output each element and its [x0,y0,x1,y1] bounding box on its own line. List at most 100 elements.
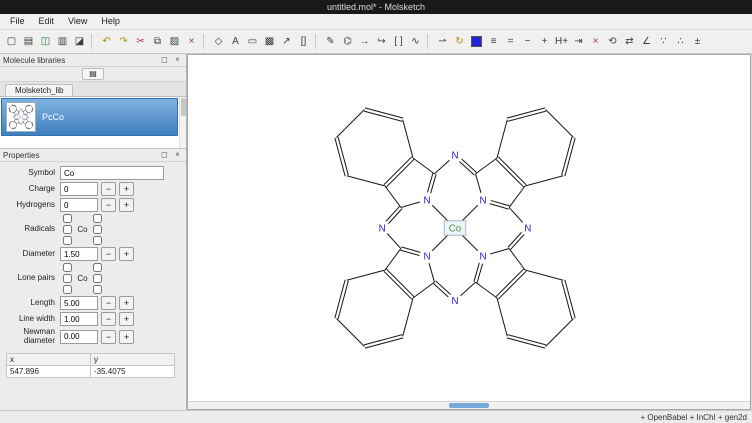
atom-label[interactable]: N [451,297,458,308]
atom-label[interactable]: N [17,113,19,116]
coordinate-x-cell[interactable]: 547.896 [7,365,91,377]
ring-tool-icon[interactable]: ⌬ [339,32,356,51]
insert-text-icon[interactable]: A [227,32,244,51]
export-image-icon[interactable]: ◪ [71,32,88,51]
drawing-canvas[interactable]: Co N N N N N N N N [187,54,751,410]
library-scrollbar[interactable] [179,97,186,148]
color-swatch-icon[interactable] [468,32,485,51]
radical-checkbox[interactable] [93,214,102,223]
transfer-hydrogen-tool-icon[interactable]: ⇥ [570,32,587,51]
atom-label[interactable]: N [23,119,25,122]
menu-file[interactable]: File [3,14,32,29]
optimize-geometry-tool-icon[interactable]: ↻ [451,32,468,51]
diameter-input[interactable] [60,247,98,261]
library-folder-button[interactable]: ▤ [82,68,104,80]
atom-label[interactable]: N [479,196,486,207]
insert-image-icon[interactable]: ▩ [261,32,278,51]
rotate-tool-icon[interactable]: ⟲ [604,32,621,51]
lone-pair-checkbox[interactable] [93,285,102,294]
atom-label[interactable]: N [524,224,531,235]
copy-icon[interactable]: ⧉ [149,32,166,51]
charge-tool-icon[interactable]: ± [689,32,706,51]
undo-icon[interactable]: ↶ [98,32,115,51]
insert-arrow-icon[interactable]: ↗ [278,32,295,51]
radical-checkbox[interactable] [63,236,72,245]
bracket-tool-icon[interactable]: [ ] [390,32,407,51]
add-hydrogen-tool-icon[interactable]: H+ [553,32,570,51]
close-panel-icon[interactable]: × [172,55,183,65]
draw-tool-icon[interactable]: ✎ [322,32,339,51]
atom-label[interactable]: N [379,224,386,235]
length-increment-button[interactable]: + [119,296,134,310]
line-width-increment-button[interactable]: + [119,312,134,326]
menu-help[interactable]: Help [94,14,127,29]
newman-increment-button[interactable]: + [119,330,134,344]
menu-edit[interactable]: Edit [32,14,62,29]
lone-pair-tool-icon[interactable]: ∵ [655,32,672,51]
atom-label[interactable]: N [23,113,25,116]
length-input[interactable] [60,296,98,310]
atom-label[interactable]: N [451,151,458,162]
symbol-input[interactable] [60,166,164,180]
print-icon[interactable]: ▥ [54,32,71,51]
canvas-scrollbar-thumb[interactable] [449,403,489,408]
atom-label[interactable]: Co [449,224,462,235]
radical-checkbox[interactable] [63,214,72,223]
close-panel-icon[interactable]: × [172,150,183,160]
save-icon[interactable]: ◫ [37,32,54,51]
diameter-decrement-button[interactable]: − [101,247,116,261]
atom-label[interactable]: N [13,116,15,119]
new-document-icon[interactable]: ▢ [3,32,20,51]
atom-label[interactable]: N [479,252,486,263]
redo-icon[interactable]: ↷ [115,32,132,51]
window-titlebar[interactable]: untitled.mol* - Molsketch [0,0,752,14]
curved-arrow-tool-icon[interactable]: ↪ [373,32,390,51]
lone-pair-checkbox[interactable] [93,274,102,283]
charge-increment-button[interactable]: + [119,182,134,196]
atom-label[interactable]: N [423,196,430,207]
length-decrement-button[interactable]: − [101,296,116,310]
insert-frame-icon[interactable]: ▭ [244,32,261,51]
arrow-tool-icon[interactable]: → [356,32,373,51]
chain-tool-icon[interactable]: ∿ [407,32,424,51]
coordinate-y-cell[interactable]: -35.4075 [91,365,175,377]
paste-icon[interactable]: ▨ [166,32,183,51]
radical-checkbox[interactable] [63,225,72,234]
canvas-horizontal-scrollbar[interactable] [188,401,750,409]
newman-diameter-input[interactable] [60,330,98,344]
float-panel-icon[interactable]: ◻ [159,150,170,160]
double-bond-tool-icon[interactable]: = [502,32,519,51]
atom-label[interactable]: N [27,116,29,119]
charge-input[interactable] [60,182,98,196]
line-width-input[interactable] [60,312,98,326]
reaction-arrow-tool-icon[interactable]: ⇀ [434,32,451,51]
lone-pair-checkbox[interactable] [63,274,72,283]
lone-pair-checkbox[interactable] [63,285,72,294]
insert-molecule-icon[interactable]: ◇ [210,32,227,51]
newman-decrement-button[interactable]: − [101,330,116,344]
radical-tool-icon[interactable]: ∴ [672,32,689,51]
hydrogens-increment-button[interactable]: + [119,198,134,212]
triple-bond-tool-icon[interactable]: ≡ [485,32,502,51]
lone-pair-checkbox[interactable] [63,263,72,272]
angle-tool-icon[interactable]: ∠ [638,32,655,51]
cut-icon[interactable]: ✂ [132,32,149,51]
hydrogens-decrement-button[interactable]: − [101,198,116,212]
insert-brackets-icon[interactable]: [] [295,32,312,51]
hydrogens-input[interactable] [60,198,98,212]
menu-view[interactable]: View [61,14,94,29]
atom-label[interactable]: N [17,119,19,122]
diameter-increment-button[interactable]: + [119,247,134,261]
increase-charge-tool-icon[interactable]: + [536,32,553,51]
atom-label[interactable]: N [20,109,22,112]
reflect-tool-icon[interactable]: ⇄ [621,32,638,51]
single-bond-tool-icon[interactable]: − [519,32,536,51]
delete-tool-icon[interactable]: × [587,32,604,51]
open-file-icon[interactable]: ▤ [20,32,37,51]
library-item-pcco[interactable]: CoNNNNNNNN PcCo [1,98,178,136]
float-panel-icon[interactable]: ◻ [159,55,170,65]
library-scrollbar-thumb[interactable] [181,98,186,116]
radical-checkbox[interactable] [93,236,102,245]
atom-label[interactable]: N [423,252,430,263]
tab-molsketch-lib[interactable]: Molsketch_lib [5,84,73,96]
